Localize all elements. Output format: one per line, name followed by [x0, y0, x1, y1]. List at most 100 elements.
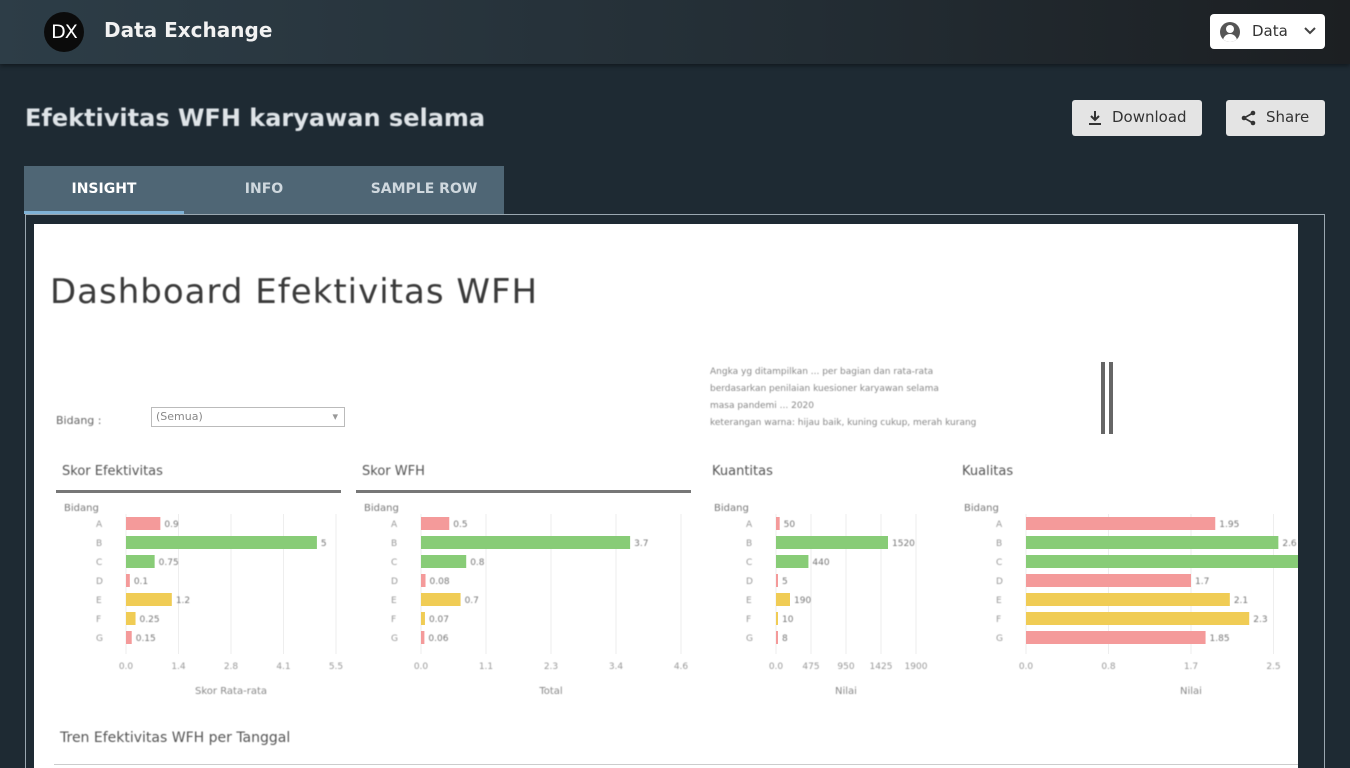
- top-app-bar: DX Data Exchange Data: [0, 0, 1350, 64]
- category-label: C: [746, 558, 752, 568]
- data-label: 1.85: [1210, 634, 1230, 644]
- tab-bar: INSIGHT INFO SAMPLE ROW: [24, 166, 504, 214]
- download-button[interactable]: Download: [1072, 100, 1202, 136]
- data-label: 5: [782, 577, 788, 587]
- x-tick-label: 1900: [905, 662, 928, 672]
- data-label: 3.7: [634, 539, 648, 549]
- x-tick-label: 3.4: [609, 662, 624, 672]
- category-label: C: [996, 558, 1002, 568]
- download-label: Download: [1112, 108, 1187, 126]
- bar: [776, 631, 778, 644]
- tab-sample-row[interactable]: SAMPLE ROW: [344, 166, 504, 214]
- x-tick-label: 0.0: [1019, 662, 1034, 672]
- tab-info[interactable]: INFO: [184, 166, 344, 214]
- tab-insight[interactable]: INSIGHT: [24, 166, 184, 214]
- download-icon: [1089, 111, 1101, 125]
- bar: [776, 517, 780, 530]
- section-divider: [54, 764, 1298, 765]
- category-label: D: [746, 577, 753, 587]
- bar: [776, 612, 778, 625]
- bar: [776, 593, 790, 606]
- chart-title: Skor Efektivitas: [62, 464, 163, 479]
- bar: [421, 555, 467, 568]
- category-label: C: [96, 558, 102, 568]
- data-label: 8: [782, 634, 788, 644]
- bar: [1026, 536, 1279, 549]
- x-tick-label: 4.1: [276, 662, 290, 672]
- app-logo[interactable]: DX: [44, 12, 84, 52]
- bar: [1026, 555, 1298, 568]
- chevron-down-icon: [1304, 27, 1316, 35]
- category-label: A: [96, 520, 103, 530]
- user-menu-label: Data: [1252, 22, 1288, 40]
- data-label: 0.06: [428, 634, 448, 644]
- category-label: F: [96, 615, 101, 625]
- bar: [1026, 574, 1191, 587]
- data-label: 2.1: [1234, 596, 1248, 606]
- data-label: 0.8: [470, 558, 485, 568]
- category-label: B: [391, 539, 397, 549]
- bar: [126, 593, 172, 606]
- bar: [1026, 612, 1250, 625]
- data-label: 5: [321, 539, 327, 549]
- data-label: 1.2: [176, 596, 190, 606]
- x-tick-label: 2.8: [224, 662, 239, 672]
- share-button[interactable]: Share: [1226, 100, 1325, 136]
- data-label: 2.3: [1253, 615, 1267, 625]
- x-tick-label: 2.5: [1266, 662, 1280, 672]
- bar: [421, 631, 425, 644]
- category-label: F: [746, 615, 751, 625]
- category-label: D: [391, 577, 398, 587]
- trend-section-title: Tren Efektivitas WFH per Tanggal: [60, 730, 291, 746]
- data-label: 2.6: [1282, 539, 1297, 549]
- data-label: 1.7: [1195, 577, 1209, 587]
- category-label: B: [96, 539, 102, 549]
- x-axis-label: Nilai: [1180, 686, 1202, 697]
- data-label: 0.15: [136, 634, 156, 644]
- x-tick-label: 0.0: [119, 662, 134, 672]
- x-tick-label: 2.3: [544, 662, 558, 672]
- bar: [421, 536, 631, 549]
- bar: [1026, 517, 1216, 530]
- bar: [1026, 631, 1206, 644]
- category-label: B: [996, 539, 1002, 549]
- data-label: 190: [794, 596, 811, 606]
- share-label: Share: [1266, 108, 1310, 126]
- x-axis-label: Skor Rata-rata: [195, 686, 267, 697]
- x-tick-label: 0.0: [769, 662, 784, 672]
- category-label: E: [996, 596, 1002, 606]
- data-label: 0.07: [429, 615, 449, 625]
- y-axis-label: Bidang: [364, 503, 399, 514]
- y-axis-label: Bidang: [714, 503, 749, 514]
- x-tick-label: 1.4: [171, 662, 186, 672]
- bar: [126, 555, 155, 568]
- bar-charts: Skor Efektivitas Bidang 0.0 1.4 2.8 4.1 5.5 A 0.…: [56, 464, 1298, 697]
- category-label: F: [996, 615, 1001, 625]
- bar: [126, 574, 130, 587]
- data-label: 440: [812, 558, 829, 568]
- category-label: E: [96, 596, 102, 606]
- chart-title: Skor WFH: [362, 464, 425, 479]
- app-title[interactable]: Data Exchange: [104, 18, 272, 42]
- category-label: C: [391, 558, 397, 568]
- x-tick-label: 5.5: [329, 662, 343, 672]
- user-menu-button[interactable]: Data: [1210, 14, 1325, 49]
- data-label: 10: [782, 615, 794, 625]
- bar: [776, 574, 778, 587]
- data-label: 0.25: [140, 615, 160, 625]
- category-label: A: [746, 520, 753, 530]
- category-label: A: [391, 520, 398, 530]
- data-label: 0.7: [465, 596, 479, 606]
- data-label: 1.95: [1219, 520, 1239, 530]
- share-icon: [1241, 110, 1256, 126]
- category-label: G: [746, 634, 753, 644]
- data-label: 0.75: [159, 558, 179, 568]
- x-axis-label: Nilai: [835, 686, 857, 697]
- category-label: G: [996, 634, 1003, 644]
- x-tick-label: 1425: [870, 662, 893, 672]
- data-label: 0.5: [453, 520, 467, 530]
- bar: [421, 612, 425, 625]
- bar: [126, 517, 161, 530]
- category-label: D: [96, 577, 103, 587]
- x-axis-label: Total: [538, 686, 562, 697]
